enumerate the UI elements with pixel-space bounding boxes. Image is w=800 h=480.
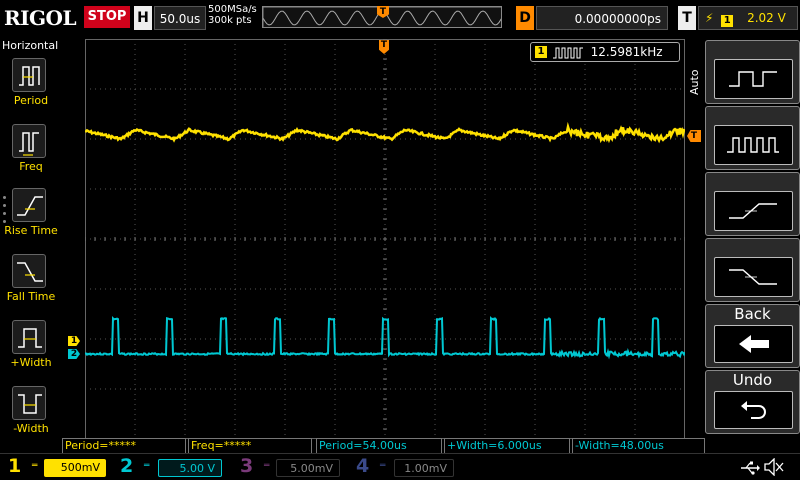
memory-depth: 300k pts <box>208 15 252 26</box>
ch4-number: 4 <box>356 455 370 477</box>
back-label: Back <box>734 305 771 323</box>
meas-ch2-period: Period=54.00us <box>316 438 442 453</box>
negative-width-icon <box>12 386 46 420</box>
rigol-logo: RIGOL <box>4 6 77 30</box>
ch2-waveform <box>85 315 685 360</box>
ch2-coupling-icon: ═ <box>144 461 150 471</box>
measure-period-label: Period <box>13 94 49 107</box>
wide-pulse-icon <box>714 59 793 99</box>
measure-negative-width-label: -Width <box>13 422 49 435</box>
speaker-muted-icon[interactable] <box>764 457 784 480</box>
ch1-status[interactable]: 1 ═ 500mV <box>0 455 110 479</box>
graticule <box>85 39 685 439</box>
ch1-coupling-icon: ═ <box>32 461 38 471</box>
wide-pulse-softkey[interactable] <box>705 40 800 104</box>
measure-category-title: Horizontal <box>2 39 59 52</box>
measure-period-item[interactable]: Period <box>0 58 62 120</box>
ch3-coupling-icon: ═ <box>264 461 270 471</box>
measurement-bar: Period=***** Freq=***** Period=54.00us +… <box>62 438 705 453</box>
ch1-number: 1 <box>8 455 22 477</box>
ch1-scale: 500mV <box>44 459 106 477</box>
ch2-scale: 5.00 V <box>158 459 222 477</box>
rising-edge-icon <box>714 191 793 231</box>
ch2-offset-marker[interactable]: 2 <box>68 349 80 359</box>
top-status-bar: RIGOL STOP H 50.0us 500MSa/s 300k pts T … <box>0 0 800 36</box>
meas-ch2-positive-width: +Width=6.000us <box>444 438 570 453</box>
ch2-number: 2 <box>120 455 134 477</box>
period-icon <box>12 58 46 92</box>
narrow-pulse-softkey[interactable] <box>705 106 800 170</box>
ch1-offset-marker[interactable]: 1 <box>68 336 80 346</box>
falling-edge-softkey[interactable] <box>705 238 800 302</box>
frequency-icon <box>12 124 46 158</box>
positive-width-icon <box>12 320 46 354</box>
auto-label: Auto <box>688 62 704 102</box>
undo-softkey[interactable]: Undo <box>705 370 800 434</box>
usb-icon <box>740 460 760 479</box>
narrow-pulse-train-icon <box>714 125 793 165</box>
ch3-number: 3 <box>240 455 254 477</box>
channel-status-bar: 1 ═ 500mV 2 ═ 5.00 V 3 ═ 5.00mV 4 ═ 1.00… <box>0 453 800 480</box>
measure-freq-item[interactable]: Freq <box>0 124 62 186</box>
rising-edge-icon: ⚡︎ <box>705 11 714 25</box>
measure-fall-time-label: Fall Time <box>6 290 56 303</box>
meas-ch1-freq: Freq=***** <box>188 438 312 453</box>
pulse-train-icon <box>552 46 583 64</box>
acquisition-info: 500MSa/s 300k pts <box>208 4 257 26</box>
meas-ch2-negative-width: -Width=48.00us <box>572 438 705 453</box>
measure-fall-time-item[interactable]: Fall Time <box>0 254 62 316</box>
measure-menu: Horizontal Period Freq Rise Time Fall Ti… <box>0 36 62 452</box>
counter-source-channel: 1 <box>535 46 547 58</box>
undo-icon <box>714 391 793 429</box>
measure-negative-width-item[interactable]: -Width <box>0 386 62 448</box>
measure-positive-width-label: +Width <box>10 356 52 369</box>
delay-label: D <box>516 6 534 30</box>
trigger-settings[interactable]: ⚡︎ 1 2.02 V <box>698 6 798 30</box>
ch4-coupling-icon: ═ <box>380 461 386 471</box>
horizontal-delay-value[interactable]: 0.00000000ps <box>536 6 668 30</box>
measure-freq-label: Freq <box>19 160 43 173</box>
trigger-level-marker[interactable]: T <box>687 130 701 142</box>
ch3-scale: 5.00mV <box>276 459 340 477</box>
softkey-menu: Back Undo <box>705 40 800 440</box>
fall-time-icon <box>12 254 46 288</box>
trigger-label: T <box>678 6 696 30</box>
ch4-status[interactable]: 4 ═ 1.00mV <box>350 455 466 479</box>
back-softkey[interactable]: Back <box>705 304 800 368</box>
falling-edge-icon <box>714 257 793 297</box>
counter-frequency-value: 12.5981kHz <box>590 45 663 59</box>
sample-rate: 500MSa/s <box>208 4 257 15</box>
timebase-value[interactable]: 50.0us <box>154 6 206 30</box>
measure-rise-time-item[interactable]: Rise Time <box>0 188 62 250</box>
ch4-scale: 1.00mV <box>394 459 454 477</box>
ch3-status[interactable]: 3 ═ 5.00mV <box>232 455 348 479</box>
waveform-display[interactable] <box>85 39 685 439</box>
meas-ch1-period: Period=***** <box>62 438 186 453</box>
frequency-counter: 1 12.5981kHz <box>530 42 680 62</box>
trigger-source-channel: 1 <box>721 15 734 27</box>
measure-rise-time-label: Rise Time <box>4 224 58 237</box>
measure-positive-width-item[interactable]: +Width <box>0 320 62 382</box>
ch2-status[interactable]: 2 ═ 5.00 V <box>112 455 230 479</box>
rise-time-icon <box>12 188 46 222</box>
rising-edge-softkey[interactable] <box>705 172 800 236</box>
back-arrow-icon <box>714 325 793 363</box>
run-stop-indicator[interactable]: STOP <box>84 6 130 28</box>
undo-label: Undo <box>732 371 773 389</box>
horizontal-label: H <box>134 6 152 30</box>
trigger-level-value: 2.02 V <box>747 11 786 25</box>
